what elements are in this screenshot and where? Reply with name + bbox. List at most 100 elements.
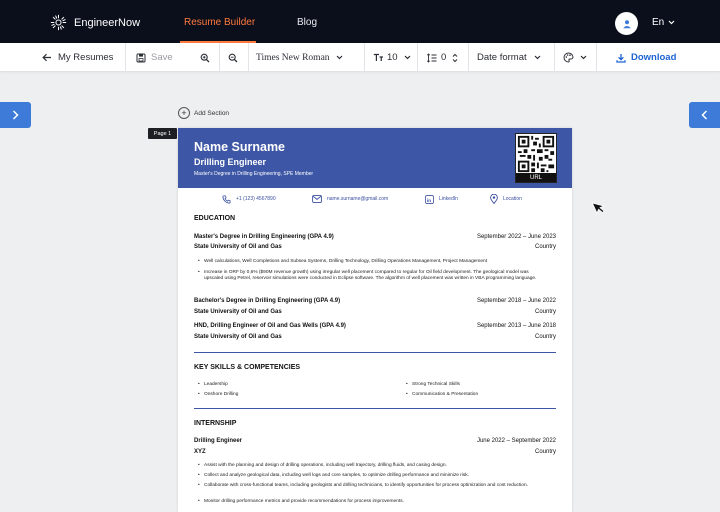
education-location: Country: [534, 244, 556, 250]
page-number-badge: Page 1: [148, 128, 177, 139]
language-label: En: [652, 17, 665, 28]
internship-bullet[interactable]: Monitor drilling performance metrics and…: [198, 499, 543, 506]
contact-phone[interactable]: +1 (123) 4567890: [222, 193, 276, 205]
resume-degree-line[interactable]: Master's Degree in Drilling Engineering,…: [194, 171, 313, 177]
linkedin-text: LinkedIn: [439, 196, 458, 202]
chevron-down-icon: [580, 55, 587, 60]
education-location: Country: [534, 334, 556, 340]
language-selector[interactable]: En: [652, 17, 675, 28]
font-size-select[interactable]: 10: [373, 43, 411, 72]
top-navbar: EngineerNow Resume Builder Blog En: [0, 0, 720, 43]
chevron-down-icon: [534, 55, 541, 60]
toolbar-divider: [554, 43, 555, 72]
brand[interactable]: EngineerNow: [50, 14, 140, 31]
save-label: Save: [151, 52, 173, 63]
internship-location: Country: [534, 449, 556, 455]
education-degree: Master's Degree in Drilling Engineering …: [194, 234, 334, 240]
internship-company: XYZ: [194, 449, 206, 455]
education-location: Country: [534, 309, 556, 315]
download-button[interactable]: Download: [616, 43, 676, 72]
skills-heading[interactable]: KEY SKILLS & COMPETENCIES: [194, 364, 300, 371]
skill-item[interactable]: Strong Technical Skills: [406, 382, 460, 387]
internship-bullet[interactable]: Collaborate with cross-functional teams,…: [198, 483, 543, 490]
internship-bullet[interactable]: Collect and analyze geological data, inc…: [198, 473, 543, 480]
back-to-resumes-button[interactable]: My Resumes: [42, 43, 113, 72]
color-theme-select[interactable]: [563, 43, 587, 72]
chevron-down-icon: [668, 20, 675, 25]
location-pin-icon: [490, 194, 498, 204]
font-family-select[interactable]: Times New Roman: [256, 43, 343, 72]
svg-text:in: in: [427, 197, 431, 203]
nav-blog[interactable]: Blog: [297, 17, 317, 28]
avatar[interactable]: [615, 12, 638, 35]
open-left-panel-button[interactable]: [0, 102, 31, 128]
internship-bullet[interactable]: Assist with the planning and design of d…: [198, 463, 543, 470]
back-label: My Resumes: [58, 52, 114, 63]
internship-role: Drilling Engineer: [194, 438, 243, 444]
line-spacing-stepper[interactable]: 0: [427, 43, 458, 72]
toolbar-divider: [125, 43, 126, 72]
resume-header[interactable]: Name Surname Drilling Engineer Master's …: [178, 128, 572, 188]
save-icon: [136, 53, 146, 62]
internship-heading[interactable]: INTERNSHIP: [194, 420, 236, 427]
linkedin-icon: in: [425, 194, 434, 204]
arrow-left-icon: [42, 53, 51, 62]
font-size-value: 10: [387, 52, 398, 63]
chevron-down-icon: [336, 55, 342, 60]
education-school: State University of Oil and Gas: [194, 309, 282, 315]
education-bullet[interactable]: Increase in ORF by 0,6% ($90M revenue gr…: [198, 270, 543, 283]
open-right-panel-button[interactable]: [689, 102, 720, 128]
education-bullet[interactable]: Well calculations, Well Completions and …: [198, 259, 543, 266]
internship-dates: June 2022 – September 2022: [476, 438, 556, 444]
download-icon: [616, 53, 626, 63]
resume-job-title[interactable]: Drilling Engineer: [194, 157, 266, 167]
chevron-down-icon: [404, 55, 411, 60]
section-divider: [194, 408, 556, 409]
user-icon: [622, 19, 631, 28]
phone-icon: [222, 194, 231, 204]
download-label: Download: [631, 52, 677, 63]
font-family-value: Times New Roman: [256, 52, 330, 63]
font-size-icon: [373, 53, 383, 61]
qr-code[interactable]: URL: [515, 133, 557, 183]
line-spacing-value: 0: [441, 52, 447, 63]
toolbar-divider: [364, 43, 365, 72]
mouse-cursor-icon: [592, 202, 605, 214]
education-dates: September 2022 – June 2023: [476, 234, 556, 240]
add-section-label: Add Section: [194, 109, 230, 117]
qr-label: URL: [516, 173, 556, 182]
location-text: Location: [503, 196, 522, 202]
up-down-arrows-icon: [452, 53, 458, 62]
education-school: State University of Oil and Gas: [194, 244, 282, 250]
brand-name: EngineerNow: [74, 16, 141, 29]
nav-resume-builder[interactable]: Resume Builder: [184, 17, 255, 28]
date-format-select[interactable]: Date format: [477, 43, 541, 72]
email-text: name.surname@gmail.com: [327, 196, 389, 202]
skill-item[interactable]: Leadership: [198, 382, 228, 387]
add-section-button[interactable]: + Add Section: [178, 107, 229, 119]
line-spacing-icon: [427, 52, 437, 63]
skill-item[interactable]: Communication & Presentation: [406, 392, 478, 397]
resume-page[interactable]: Name Surname Drilling Engineer Master's …: [178, 128, 572, 512]
date-format-value: Date format: [477, 52, 527, 63]
education-school: State University of Oil and Gas: [194, 334, 282, 340]
section-divider: [194, 352, 556, 353]
contact-linkedin[interactable]: in LinkedIn: [425, 193, 458, 205]
contact-location[interactable]: Location: [490, 193, 522, 205]
contact-email[interactable]: name.surname@gmail.com: [312, 193, 388, 205]
skill-item[interactable]: Onshore Drilling: [198, 392, 238, 397]
editor-toolbar: My Resumes Save Times New Roman 10 0 Dat…: [0, 43, 720, 72]
plus-icon: +: [178, 107, 190, 119]
chevron-left-icon: [701, 110, 708, 120]
zoom-in-button[interactable]: [200, 43, 210, 72]
zoom-out-icon: [228, 53, 238, 62]
zoom-out-button[interactable]: [228, 43, 238, 72]
qr-code-icon: [516, 134, 556, 174]
save-button[interactable]: Save: [136, 43, 173, 72]
email-icon: [312, 195, 322, 203]
resume-name[interactable]: Name Surname: [194, 140, 285, 154]
toolbar-divider: [596, 43, 597, 72]
toolbar-divider: [417, 43, 418, 72]
engineernow-logo-icon: [50, 14, 67, 31]
education-heading[interactable]: EDUCATION: [194, 215, 235, 222]
